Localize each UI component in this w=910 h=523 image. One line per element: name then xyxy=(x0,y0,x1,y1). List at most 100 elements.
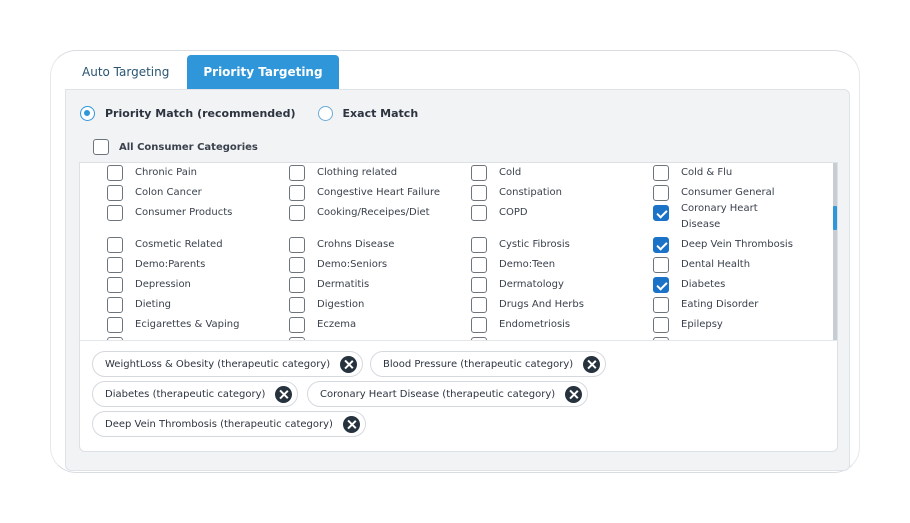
category-label: Colon Cancer xyxy=(135,187,202,198)
category-checkbox[interactable] xyxy=(107,257,123,273)
all-consumer-categories-checkbox[interactable] xyxy=(93,139,109,155)
category-checkbox[interactable] xyxy=(653,185,669,201)
category-item[interactable]: Constipation xyxy=(471,185,651,201)
tab-auto-targeting[interactable]: Auto Targeting xyxy=(66,55,185,89)
category-item[interactable]: Deep Vein Thrombosis xyxy=(653,237,823,253)
category-list[interactable]: Chronic Pain Clothing related Cold Cold & F… xyxy=(79,162,838,340)
category-item[interactable]: Digestion xyxy=(289,297,469,313)
category-item[interactable]: Eating Disorder xyxy=(653,297,823,313)
remove-chip-icon[interactable] xyxy=(565,385,583,403)
category-item[interactable]: Dieting xyxy=(107,297,287,313)
chip-label: WeightLoss & Obesity (therapeutic catego… xyxy=(105,358,331,370)
remove-chip-icon[interactable] xyxy=(275,385,293,403)
category-checkbox[interactable] xyxy=(289,297,305,313)
category-item[interactable]: Demo:Parents xyxy=(107,257,287,273)
category-item[interactable]: Epilepsy xyxy=(653,317,823,333)
category-item[interactable]: Diabetes xyxy=(653,277,823,293)
category-checkbox[interactable] xyxy=(107,297,123,313)
category-checkbox[interactable] xyxy=(289,185,305,201)
category-checkbox[interactable] xyxy=(471,165,487,181)
chip-label: Deep Vein Thrombosis (therapeutic catego… xyxy=(105,418,333,430)
category-item[interactable]: Dermatology xyxy=(471,277,651,293)
category-checkbox[interactable] xyxy=(107,317,123,333)
category-item[interactable]: Ecigarettes & Vaping xyxy=(107,317,287,333)
priority-match-option[interactable]: Priority Match (recommended) xyxy=(80,106,296,121)
all-consumer-categories[interactable]: All Consumer Categories xyxy=(93,139,258,155)
category-checkbox[interactable] xyxy=(107,205,123,221)
category-label: Constipation xyxy=(499,187,562,198)
category-item[interactable]: Consumer Products xyxy=(107,205,287,221)
category-checkbox[interactable] xyxy=(289,257,305,273)
category-item[interactable]: Dental Health xyxy=(653,257,823,273)
tab-priority-targeting[interactable]: Priority Targeting xyxy=(187,55,339,89)
category-item[interactable]: Cystic Fibrosis xyxy=(471,237,651,253)
category-checkbox[interactable] xyxy=(653,257,669,273)
category-label: Ecigarettes & Vaping xyxy=(135,319,240,330)
category-checkbox[interactable] xyxy=(653,297,669,313)
category-item[interactable]: Demo:Seniors xyxy=(289,257,469,273)
category-item[interactable]: Coronary Heart Disease xyxy=(653,203,823,233)
category-item[interactable]: Congestive Heart Failure xyxy=(289,185,469,201)
exact-match-radio[interactable] xyxy=(317,106,333,121)
priority-match-radio[interactable] xyxy=(80,106,95,121)
category-label: Depression xyxy=(135,279,191,290)
remove-chip-icon[interactable] xyxy=(342,415,360,433)
category-checkbox[interactable] xyxy=(289,165,305,181)
category-label: COPD xyxy=(499,207,528,218)
category-checkbox[interactable] xyxy=(289,317,305,333)
category-checkbox[interactable] xyxy=(471,237,487,253)
category-checkbox[interactable] xyxy=(471,205,487,221)
category-checkbox[interactable] xyxy=(107,277,123,293)
category-item[interactable]: Depression xyxy=(107,277,287,293)
category-label: Dieting xyxy=(135,299,172,310)
category-checkbox[interactable] xyxy=(653,317,669,333)
remove-chip-icon[interactable] xyxy=(340,355,358,373)
category-item[interactable]: Endometriosis xyxy=(471,317,651,333)
category-checkbox[interactable] xyxy=(289,205,305,221)
category-item[interactable]: Demo:Teen xyxy=(471,257,651,273)
category-checkbox[interactable] xyxy=(471,317,487,333)
category-label: Cooking/Receipes/Diet xyxy=(317,207,430,218)
category-item[interactable]: Clothing related xyxy=(289,165,469,181)
selected-category-chip: WeightLoss & Obesity (therapeutic catego… xyxy=(92,351,364,377)
category-label: Congestive Heart Failure xyxy=(317,187,441,198)
category-item[interactable]: Eczema xyxy=(289,317,469,333)
category-label: Consumer Products xyxy=(135,207,233,218)
category-item[interactable]: Consumer General xyxy=(653,185,823,201)
selected-categories: WeightLoss & Obesity (therapeutic catego… xyxy=(79,340,838,452)
category-checkbox[interactable] xyxy=(653,205,669,221)
category-checkbox[interactable] xyxy=(653,277,669,293)
category-checkbox[interactable] xyxy=(289,237,305,253)
category-checkbox[interactable] xyxy=(471,185,487,201)
category-checkbox[interactable] xyxy=(653,165,669,181)
category-checkbox[interactable] xyxy=(107,237,123,253)
exact-match-option[interactable]: Exact Match xyxy=(317,106,418,121)
category-checkbox[interactable] xyxy=(107,185,123,201)
selected-category-chip: Blood Pressure (therapeutic category) xyxy=(370,351,607,377)
category-item[interactable]: Colon Cancer xyxy=(107,185,287,201)
scrollbar-track[interactable] xyxy=(833,163,837,340)
category-label: Crohns Disease xyxy=(317,239,395,250)
category-item[interactable]: Crohns Disease xyxy=(289,237,469,253)
selected-category-chip: Coronary Heart Disease (therapeutic cate… xyxy=(307,381,589,407)
category-item[interactable]: Drugs And Herbs xyxy=(471,297,651,313)
scrollbar-thumb[interactable] xyxy=(833,206,837,230)
category-checkbox[interactable] xyxy=(289,277,305,293)
category-checkbox[interactable] xyxy=(653,237,669,253)
category-item[interactable]: Dermatitis xyxy=(289,277,469,293)
category-item[interactable]: Cold & Flu xyxy=(653,165,823,181)
chip-label: Diabetes (therapeutic category) xyxy=(105,388,266,400)
category-item[interactable]: Cosmetic Related xyxy=(107,237,287,253)
category-label: Chronic Pain xyxy=(135,167,197,178)
category-checkbox[interactable] xyxy=(471,277,487,293)
category-item[interactable]: Chronic Pain xyxy=(107,165,287,181)
category-label: Dental Health xyxy=(681,259,751,270)
category-checkbox[interactable] xyxy=(471,257,487,273)
category-item[interactable]: Cooking/Receipes/Diet xyxy=(289,205,469,221)
remove-chip-icon[interactable] xyxy=(583,355,601,373)
category-checkbox[interactable] xyxy=(107,165,123,181)
category-checkbox[interactable] xyxy=(471,297,487,313)
category-item[interactable]: COPD xyxy=(471,205,651,221)
category-label: Epilepsy xyxy=(681,319,723,330)
category-item[interactable]: Cold xyxy=(471,165,651,181)
